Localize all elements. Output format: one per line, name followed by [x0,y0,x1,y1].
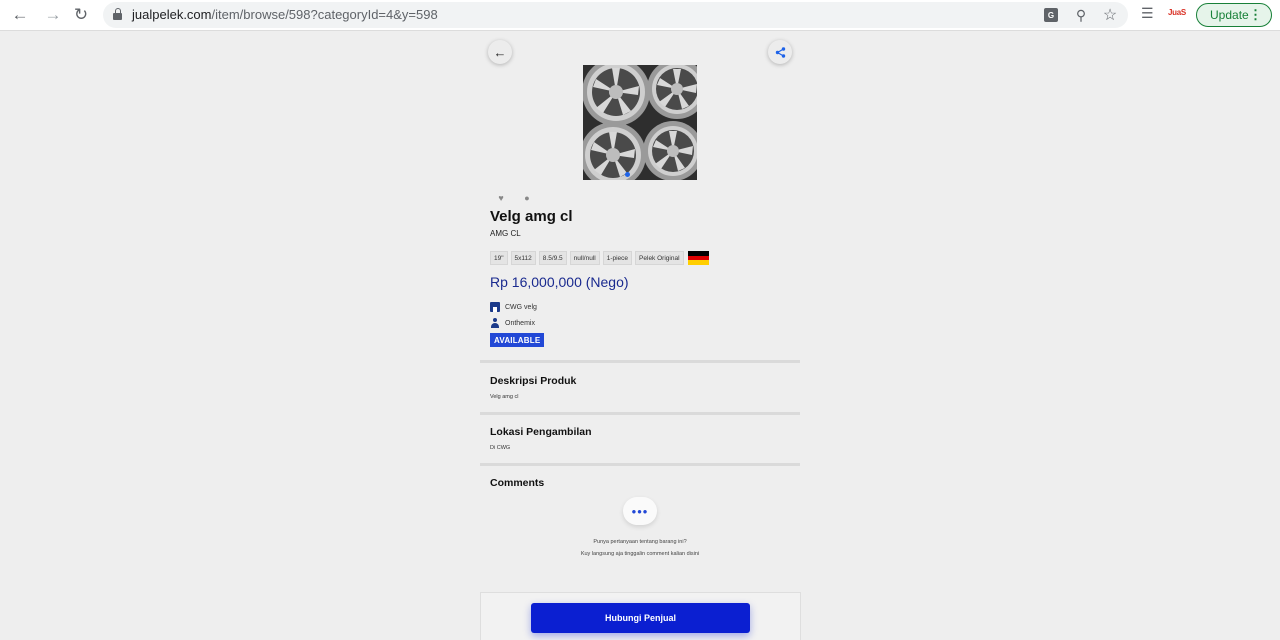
product-card: ← ♥ ● Velg amg cl AMG CL 19" 5x112 8.5/9… [480,32,801,640]
action-icons: ♥ ● [495,192,533,204]
address-bar[interactable]: jualpelek.com/item/browse/598?categoryId… [103,2,1128,28]
user-name: Onthemix [505,319,535,327]
description-title: Deskripsi Produk [490,375,577,387]
location-text: Di CWG [490,445,511,451]
divider [480,360,800,363]
comments-title: Comments [490,477,545,489]
back-button[interactable]: ← [488,40,512,64]
description-text: Velg amg cl [490,394,519,400]
update-button[interactable]: Update ⋮ [1196,3,1272,27]
status-badge: AVAILABLE [490,333,545,347]
chat-bubble-icon: ••• [623,497,657,525]
extension-icon[interactable]: JuaS [1168,8,1186,17]
back-arrow-icon[interactable]: ← [9,4,31,26]
comments-prompt-line1: Punya pertanyaan tentang barang ini? [593,539,687,545]
browser-toolbar: ← → ↻ jualpelek.com/item/browse/598?cate… [0,0,1280,31]
divider [480,412,800,415]
share-button[interactable] [768,40,792,64]
arrow-left-icon: ← [493,44,507,60]
spec-offset: null/null [569,251,600,265]
store-link[interactable]: CWG velg [490,302,537,312]
share-icon [775,46,785,58]
divider [480,463,800,466]
germany-flag-icon [687,251,709,266]
url-path: /item/browse/598?categoryId=4&y=598 [211,7,438,22]
translate-icon[interactable]: G [1042,6,1060,24]
user-link[interactable]: Onthemix [490,318,535,328]
bookmark-star-icon[interactable]: ☆ [1101,6,1119,24]
spec-width: 8.5/9.5 [538,251,567,265]
spec-type: Pelek Original [635,251,684,265]
zoom-icon[interactable]: ⚲ [1072,6,1090,24]
comments-prompt-line2: Kuy langsung aja tinggalin comment kalia… [580,551,700,557]
product-subtitle: AMG CL [490,229,521,238]
spec-construction: 1-piece [602,251,633,265]
reload-icon[interactable]: ↻ [70,4,92,26]
update-label: Update [1210,8,1249,22]
heart-icon[interactable]: ♥ [495,192,507,204]
menu-dots-icon: ⋮ [1249,7,1262,22]
forward-arrow-icon[interactable]: → [42,4,64,26]
spec-size: 19" [490,251,508,265]
lock-icon[interactable] [113,8,122,20]
bottom-action-bar: Hubungi Penjual [480,592,801,640]
store-icon [490,302,500,312]
spec-pcd: 5x112 [510,251,536,265]
url-host: jualpelek.com [132,7,212,22]
product-price: Rp 16,000,000 (Nego) [490,274,629,290]
location-title: Lokasi Pengambilan [490,426,592,438]
flag-stripe [687,260,709,266]
carousel-indicator[interactable] [625,172,630,177]
store-name: CWG velg [505,303,537,311]
user-icon [490,318,500,328]
url-text[interactable]: jualpelek.com/item/browse/598?categoryId… [132,7,438,22]
contact-seller-button[interactable]: Hubungi Penjual [531,603,750,633]
media-control-icon[interactable]: ☰ [1141,5,1154,22]
comment-icon[interactable]: ● [521,192,533,204]
product-photo[interactable] [583,65,697,180]
spec-tags: 19" 5x112 8.5/9.5 null/null 1-piece Pele… [490,251,709,266]
product-title: Velg amg cl [490,208,573,225]
